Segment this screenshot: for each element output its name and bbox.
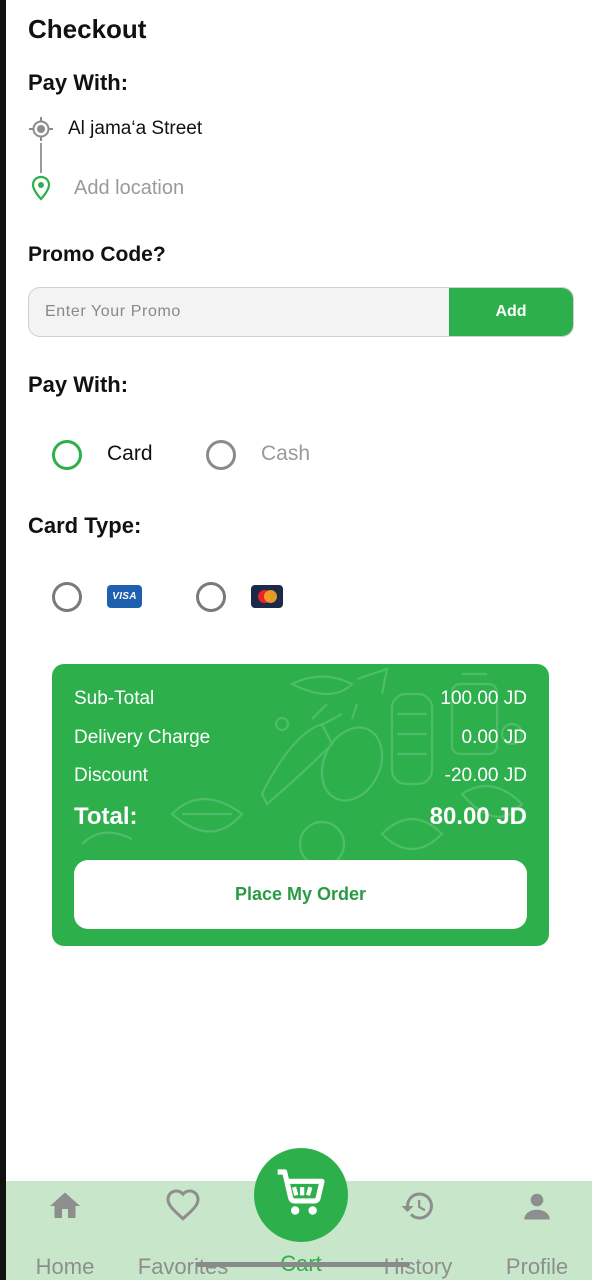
promo-code-box: Add bbox=[28, 287, 574, 337]
nav-item-home[interactable]: Home bbox=[10, 1181, 120, 1280]
location-section-title: Pay With: bbox=[28, 70, 129, 95]
order-summary-card: Sub-Total 100.00 JD Delivery Charge 0.00… bbox=[52, 664, 549, 946]
nav-item-profile[interactable]: Profile bbox=[482, 1181, 592, 1280]
card-type-section-title: Card Type: bbox=[28, 513, 142, 538]
discount-label: Discount bbox=[74, 765, 148, 786]
location-pin-icon bbox=[28, 175, 54, 201]
delivery-value: 0.00 JD bbox=[461, 727, 527, 748]
person-icon bbox=[517, 1187, 557, 1224]
cash-radio[interactable] bbox=[206, 440, 236, 470]
total-label: Total: bbox=[74, 803, 138, 830]
subtotal-label: Sub-Total bbox=[74, 688, 155, 709]
nav-label-home: Home bbox=[35, 1254, 95, 1279]
delivery-row: Delivery Charge 0.00 JD bbox=[74, 727, 527, 749]
mastercard-icon bbox=[251, 585, 283, 608]
total-value: 80.00 JD bbox=[429, 803, 527, 830]
promo-add-button[interactable]: Add bbox=[449, 288, 573, 336]
heart-icon bbox=[163, 1187, 203, 1224]
subtotal-row: Sub-Total 100.00 JD bbox=[74, 688, 527, 710]
mastercard-radio[interactable] bbox=[196, 582, 226, 612]
nav-label-history: History bbox=[383, 1254, 453, 1279]
cart-icon bbox=[273, 1165, 329, 1226]
total-row: Total: 80.00 JD bbox=[74, 803, 527, 831]
payment-section-title: Pay With: bbox=[28, 372, 129, 397]
delivery-label: Delivery Charge bbox=[74, 727, 211, 748]
current-location-row[interactable]: Al jama‘a Street bbox=[28, 116, 202, 142]
discount-value: -20.00 JD bbox=[444, 765, 527, 786]
add-location-label: Add location bbox=[74, 176, 185, 199]
card-radio-label[interactable]: Card bbox=[107, 442, 153, 466]
nav-label-favorites: Favorites bbox=[137, 1254, 229, 1279]
place-order-button[interactable]: Place My Order bbox=[74, 860, 527, 929]
cash-radio-label[interactable]: Cash bbox=[261, 442, 310, 466]
promo-section-title: Promo Code? bbox=[28, 243, 166, 266]
history-icon bbox=[398, 1187, 438, 1224]
visa-radio[interactable] bbox=[52, 582, 82, 612]
card-radio[interactable] bbox=[52, 440, 82, 470]
promo-code-input[interactable] bbox=[29, 288, 449, 336]
home-indicator-bar[interactable] bbox=[196, 1262, 410, 1267]
discount-row: Discount -20.00 JD bbox=[74, 765, 527, 787]
current-location-text: Al jama‘a Street bbox=[68, 118, 203, 139]
location-connector-line bbox=[40, 143, 42, 173]
nav-item-cart[interactable] bbox=[254, 1148, 348, 1242]
page-title: Checkout bbox=[28, 14, 147, 44]
my-location-icon bbox=[28, 116, 54, 142]
screen-edge bbox=[0, 0, 6, 1280]
add-location-row[interactable]: Add location bbox=[28, 175, 184, 201]
nav-label-profile: Profile bbox=[505, 1254, 569, 1279]
visa-icon: VISA bbox=[107, 585, 142, 608]
home-icon bbox=[45, 1187, 85, 1224]
subtotal-value: 100.00 JD bbox=[440, 688, 527, 709]
